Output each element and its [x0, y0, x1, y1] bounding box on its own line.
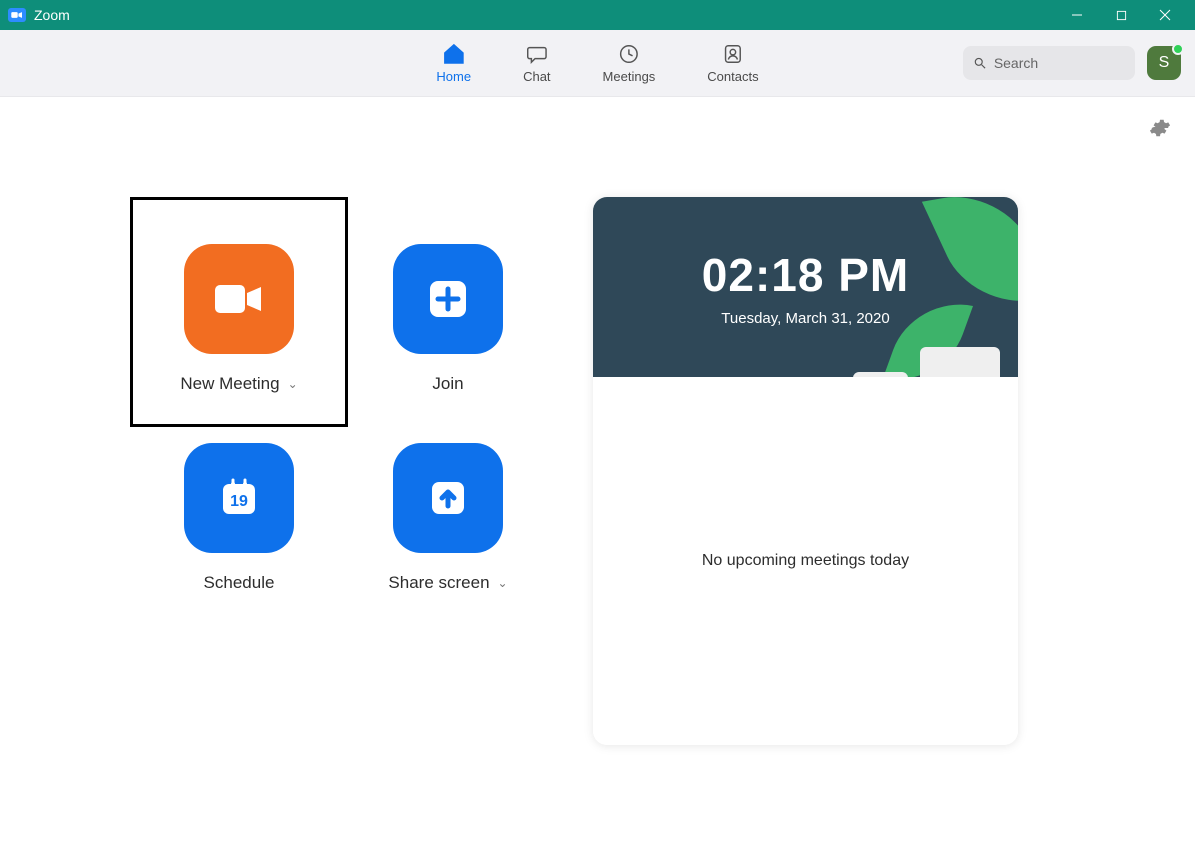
nav-home[interactable]: Home [436, 42, 471, 84]
join-label: Join [432, 374, 463, 394]
close-button[interactable] [1143, 0, 1187, 30]
schedule-cell: 19 Schedule [130, 427, 348, 627]
nav-label: Home [436, 69, 471, 84]
title-bar: Zoom [0, 0, 1195, 30]
search-icon [973, 55, 987, 71]
avatar-initial: S [1159, 54, 1170, 72]
share-up-icon [422, 472, 474, 524]
zoom-logo-icon [8, 8, 26, 22]
join-cell: Join [358, 197, 538, 427]
main-body: New Meeting ⌄ Join [0, 97, 1195, 855]
chevron-down-icon: ⌄ [498, 576, 508, 590]
home-icon [442, 42, 466, 66]
nav-label: Meetings [603, 69, 656, 84]
settings-button[interactable] [1149, 117, 1171, 144]
maximize-button[interactable] [1099, 0, 1143, 30]
calendar-icon: 19 [213, 472, 265, 524]
share-screen-cell: Share screen ⌄ [358, 427, 538, 627]
nav-chat[interactable]: Chat [523, 42, 550, 84]
presence-indicator-icon [1172, 43, 1184, 55]
upcoming-text: No upcoming meetings today [702, 552, 909, 570]
upcoming-meetings: No upcoming meetings today [593, 377, 1018, 745]
schedule-button[interactable]: 19 [184, 443, 294, 553]
plant-decor-icon [853, 372, 908, 377]
join-button[interactable] [393, 244, 503, 354]
nav-contacts[interactable]: Contacts [707, 42, 758, 84]
main-nav: Home Chat Meetings Contacts [436, 30, 758, 96]
clock-date: Tuesday, March 31, 2020 [721, 310, 889, 327]
share-screen-button[interactable] [393, 443, 503, 553]
plant-decor-icon [922, 197, 1018, 311]
contacts-icon [721, 42, 745, 66]
chat-icon [525, 42, 549, 66]
search-input[interactable] [994, 55, 1125, 71]
nav-label: Contacts [707, 69, 758, 84]
search-box[interactable] [963, 46, 1135, 80]
svg-text:19: 19 [230, 493, 248, 510]
video-icon [213, 279, 265, 319]
toolbar: Home Chat Meetings Contacts S [0, 30, 1195, 97]
time-banner: 02:18 PM Tuesday, March 31, 2020 [593, 197, 1018, 377]
upcoming-panel: 02:18 PM Tuesday, March 31, 2020 No upco… [593, 197, 1018, 745]
chevron-down-icon: ⌄ [288, 377, 298, 391]
avatar[interactable]: S [1147, 46, 1181, 80]
plus-icon [422, 273, 474, 325]
clock-time: 02:18 PM [702, 248, 909, 302]
nav-label: Chat [523, 69, 550, 84]
action-tiles: New Meeting ⌄ Join [130, 197, 538, 745]
plant-decor-icon [920, 347, 1000, 377]
app-title: Zoom [34, 7, 70, 23]
new-meeting-button[interactable] [184, 244, 294, 354]
schedule-label: Schedule [204, 573, 275, 593]
new-meeting-label[interactable]: New Meeting ⌄ [180, 374, 297, 394]
clock-icon [617, 42, 641, 66]
nav-meetings[interactable]: Meetings [603, 42, 656, 84]
share-screen-label[interactable]: Share screen ⌄ [388, 573, 507, 593]
new-meeting-cell: New Meeting ⌄ [130, 197, 348, 427]
minimize-button[interactable] [1055, 0, 1099, 30]
gear-icon [1149, 117, 1171, 139]
